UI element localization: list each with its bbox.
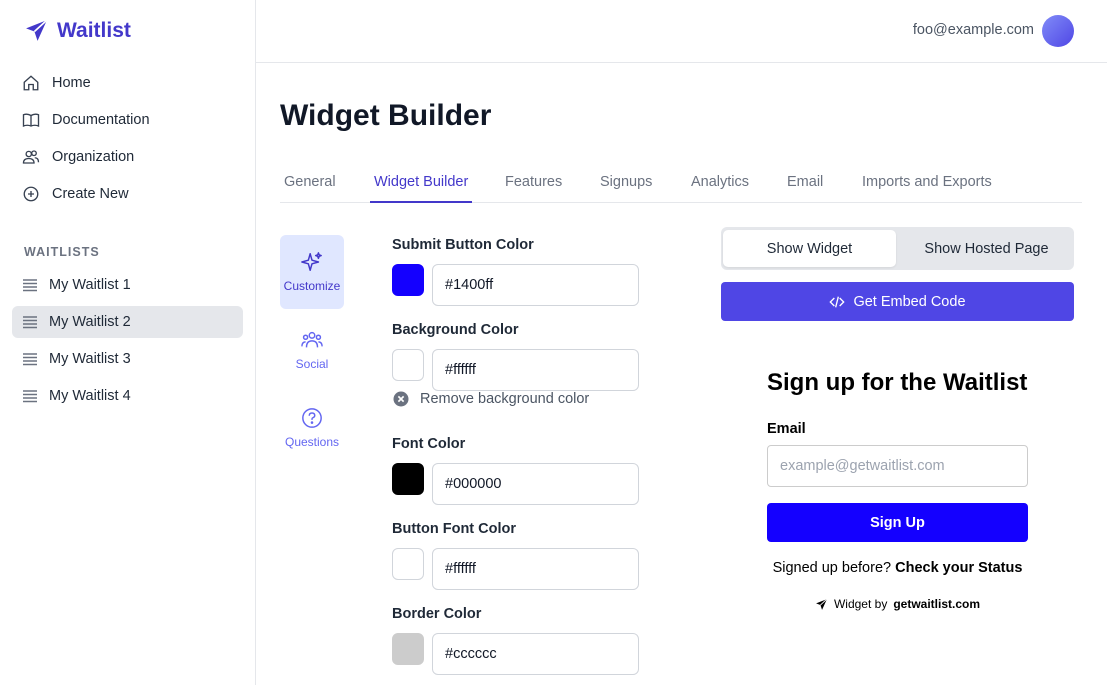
waitlist-label: My Waitlist 1 <box>49 277 131 293</box>
tab-features[interactable]: Features <box>501 164 566 203</box>
builder-nav-label: Questions <box>284 435 340 449</box>
list-icon <box>23 353 37 366</box>
font-color-swatch[interactable] <box>392 463 424 495</box>
user-email[interactable]: foo@example.com <box>913 22 1034 38</box>
nav-label: Organization <box>52 149 135 165</box>
sidebar: Waitlist Home Documentation Organization… <box>0 0 256 685</box>
waitlist-label: My Waitlist 4 <box>49 388 131 404</box>
builder-nav-questions[interactable]: Questions <box>280 391 344 465</box>
user-group-icon <box>301 331 323 348</box>
widget-email-label: Email <box>767 421 806 437</box>
check-status-link[interactable]: Check your Status <box>895 560 1022 576</box>
waitlist-item-3[interactable]: My Waitlist 3 <box>12 343 243 375</box>
border-color-input[interactable] <box>432 633 639 675</box>
paper-plane-icon <box>816 598 828 610</box>
font-color-label: Font Color <box>392 436 466 452</box>
show-hosted-page-button[interactable]: Show Hosted Page <box>901 230 1072 267</box>
button-font-color-input[interactable] <box>432 548 639 590</box>
question-circle-icon <box>302 408 322 428</box>
widget-status-prefix: Signed up before? <box>772 560 892 576</box>
button-font-color-swatch[interactable] <box>392 548 424 580</box>
tab-general[interactable]: General <box>280 164 340 203</box>
widget-title: Sign up for the Waitlist <box>767 369 1028 396</box>
nav-item-create-new[interactable]: Create New <box>12 178 243 210</box>
tab-signups[interactable]: Signups <box>596 164 656 203</box>
page-title: Widget Builder <box>280 99 492 132</box>
widget-credit-prefix: Widget by <box>833 597 888 611</box>
widget-status-line: Signed up before? Check your Status <box>767 560 1028 576</box>
waitlist-label: My Waitlist 3 <box>49 351 131 367</box>
list-icon <box>23 279 37 292</box>
users-icon <box>22 150 40 164</box>
font-color-input[interactable] <box>432 463 639 505</box>
home-icon <box>23 75 39 91</box>
nav-label: Documentation <box>52 112 150 128</box>
avatar[interactable] <box>1042 15 1074 47</box>
tab-email[interactable]: Email <box>783 164 827 203</box>
paper-plane-icon <box>26 19 48 41</box>
remove-background-button[interactable]: Remove background color <box>392 390 589 408</box>
submit-button-color-swatch[interactable] <box>392 264 424 296</box>
builder-nav-social[interactable]: Social <box>280 313 344 387</box>
x-circle-icon <box>393 391 409 407</box>
plus-circle-icon <box>23 186 39 202</box>
border-color-swatch[interactable] <box>392 633 424 665</box>
builder-nav-label: Social <box>295 357 329 371</box>
tab-analytics[interactable]: Analytics <box>687 164 753 203</box>
waitlists-section-label: WAITLISTS <box>24 245 100 259</box>
book-icon <box>22 113 40 127</box>
nav-label: Create New <box>52 186 129 202</box>
waitlist-item-1[interactable]: My Waitlist 1 <box>12 269 243 301</box>
waitlist-item-4[interactable]: My Waitlist 4 <box>12 380 243 412</box>
remove-background-label: Remove background color <box>420 391 590 407</box>
button-font-color-label: Button Font Color <box>392 521 517 537</box>
show-widget-button[interactable]: Show Widget <box>723 230 896 267</box>
widget-signup-button[interactable]: Sign Up <box>767 503 1028 542</box>
list-icon <box>23 390 37 403</box>
app-name: Waitlist <box>57 18 131 42</box>
background-color-swatch[interactable] <box>392 349 424 381</box>
get-embed-code-button[interactable]: Get Embed Code <box>721 282 1074 321</box>
waitlist-label: My Waitlist 2 <box>49 314 131 330</box>
code-icon <box>829 296 846 307</box>
topbar: foo@example.com <box>256 0 1107 63</box>
waitlist-item-2[interactable]: My Waitlist 2 <box>12 306 243 338</box>
get-embed-code-label: Get Embed Code <box>853 293 966 310</box>
background-color-input[interactable] <box>432 349 639 391</box>
sparkles-icon <box>301 252 322 271</box>
getwaitlist-link[interactable]: getwaitlist.com <box>893 597 980 611</box>
background-color-label: Background Color <box>392 322 519 338</box>
builder-nav-label: Customize <box>283 279 341 293</box>
app-logo[interactable]: Waitlist <box>24 18 131 43</box>
preview-toggle: Show Widget Show Hosted Page <box>721 227 1074 270</box>
tab-bar: General Widget Builder Features Signups … <box>280 164 1082 203</box>
nav-item-organization[interactable]: Organization <box>12 141 243 173</box>
widget-email-input[interactable] <box>767 445 1028 487</box>
builder-nav-customize[interactable]: Customize <box>280 235 344 309</box>
nav-item-documentation[interactable]: Documentation <box>12 104 243 136</box>
nav-label: Home <box>52 75 91 91</box>
submit-button-color-label: Submit Button Color <box>392 237 534 253</box>
widget-credit: Widget by getwaitlist.com <box>767 597 1028 611</box>
submit-button-color-input[interactable] <box>432 264 639 306</box>
border-color-label: Border Color <box>392 606 482 622</box>
tab-imports-exports[interactable]: Imports and Exports <box>858 164 996 203</box>
nav-item-home[interactable]: Home <box>12 67 243 99</box>
list-icon <box>23 316 37 329</box>
tab-widget-builder[interactable]: Widget Builder <box>370 164 473 203</box>
